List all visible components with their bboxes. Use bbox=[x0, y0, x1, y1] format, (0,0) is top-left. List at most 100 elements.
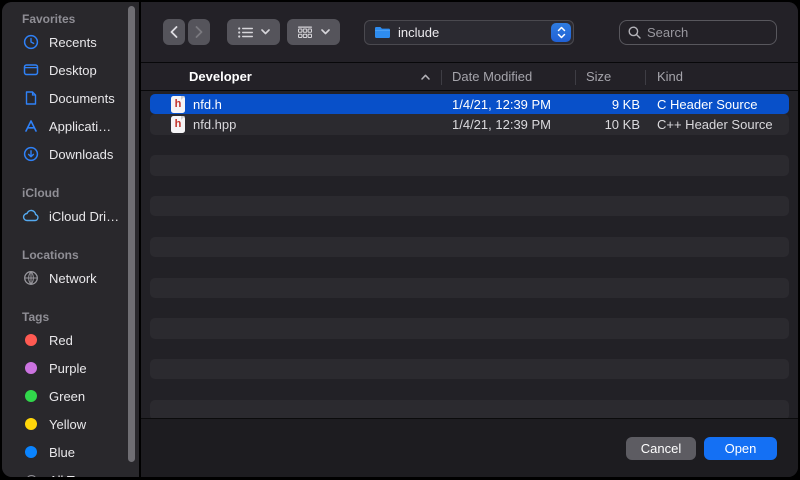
sidebar-item-icloud-drive[interactable]: iCloud Dri… bbox=[2, 202, 139, 230]
table-row-nfd-hpp[interactable]: h nfd.hpp 1/4/21, 12:39 PM 10 KB C++ Hea… bbox=[150, 114, 789, 134]
sidebar-section-icloud: iCloud iCloud Dri… bbox=[2, 184, 139, 230]
empty-row bbox=[150, 400, 789, 418]
sidebar-item-label: Purple bbox=[49, 361, 87, 376]
folder-icon bbox=[374, 26, 391, 39]
sidebar-item-documents[interactable]: Documents bbox=[2, 84, 139, 112]
empty-row bbox=[150, 155, 789, 175]
sidebar-item-label: Applicati… bbox=[49, 119, 111, 134]
column-label: Kind bbox=[657, 69, 683, 84]
sidebar-item-label: Blue bbox=[49, 445, 75, 460]
folder-popup-value: include bbox=[398, 25, 551, 40]
file-date-cell: 1/4/21, 12:39 PM bbox=[442, 97, 576, 112]
globe-icon bbox=[22, 269, 40, 287]
column-header-date-modified[interactable]: Date Modified bbox=[442, 63, 576, 90]
sidebar-item-label: iCloud Dri… bbox=[49, 209, 119, 224]
header-file-icon: h bbox=[171, 96, 185, 113]
sidebar-item-tag-red[interactable]: Red bbox=[2, 326, 139, 354]
blue-tag-icon bbox=[22, 443, 40, 461]
table-row-nfd-h[interactable]: h nfd.h 1/4/21, 12:39 PM 9 KB C Header S… bbox=[150, 94, 789, 114]
download-icon bbox=[22, 145, 40, 163]
sidebar-item-downloads[interactable]: Downloads bbox=[2, 140, 139, 168]
open-button[interactable]: Open bbox=[704, 437, 777, 460]
file-name-cell: h nfd.hpp bbox=[150, 116, 442, 133]
cancel-button[interactable]: Cancel bbox=[626, 437, 696, 460]
section-label-favorites: Favorites bbox=[2, 10, 139, 28]
folder-popup-button[interactable]: include bbox=[364, 20, 574, 45]
section-label-locations: Locations bbox=[2, 246, 139, 264]
chevron-down-icon bbox=[261, 29, 270, 35]
sidebar-item-tag-purple[interactable]: Purple bbox=[2, 354, 139, 382]
sidebar-item-label: Downloads bbox=[49, 147, 113, 162]
empty-row bbox=[150, 298, 789, 318]
back-button[interactable] bbox=[163, 19, 185, 45]
yellow-tag-icon bbox=[22, 415, 40, 433]
file-date-cell: 1/4/21, 12:39 PM bbox=[442, 117, 576, 132]
file-size-cell: 10 KB bbox=[576, 117, 646, 132]
empty-row bbox=[150, 216, 789, 236]
document-icon bbox=[22, 89, 40, 107]
empty-row bbox=[150, 339, 789, 359]
header-file-icon: h bbox=[171, 116, 185, 133]
sidebar-item-label: Network bbox=[49, 271, 97, 286]
desktop-icon bbox=[22, 61, 40, 79]
file-name: nfd.hpp bbox=[193, 117, 236, 132]
list-view-button[interactable] bbox=[227, 19, 280, 45]
column-label: Date Modified bbox=[452, 69, 532, 84]
table-header: Developer Date Modified Size Kind bbox=[141, 62, 798, 91]
popup-stepper-icon bbox=[551, 23, 571, 42]
chevron-left-icon bbox=[170, 26, 178, 38]
empty-row bbox=[150, 278, 789, 298]
empty-row bbox=[150, 176, 789, 196]
sidebar-item-tag-yellow[interactable]: Yellow bbox=[2, 410, 139, 438]
sidebar-item-label: All Tags bbox=[49, 473, 94, 478]
file-name: nfd.h bbox=[193, 97, 222, 112]
empty-row bbox=[150, 318, 789, 338]
section-label-icloud: iCloud bbox=[2, 184, 139, 202]
sidebar-item-label: Green bbox=[49, 389, 85, 404]
sidebar-section-tags: Tags Red Purple Green Yellow Blue bbox=[2, 308, 139, 477]
empty-row bbox=[150, 359, 789, 379]
forward-button[interactable] bbox=[188, 19, 210, 45]
sidebar-section-favorites: Favorites Recents Desktop Documents bbox=[2, 10, 139, 168]
sidebar-item-network[interactable]: Network bbox=[2, 264, 139, 292]
sidebar-item-tag-blue[interactable]: Blue bbox=[2, 438, 139, 466]
sidebar-item-applications[interactable]: Applicati… bbox=[2, 112, 139, 140]
sidebar-item-tag-green[interactable]: Green bbox=[2, 382, 139, 410]
sidebar-item-desktop[interactable]: Desktop bbox=[2, 56, 139, 84]
open-file-dialog: Favorites Recents Desktop Documents bbox=[2, 2, 798, 477]
sort-ascending-icon bbox=[421, 74, 430, 80]
cloud-icon bbox=[22, 207, 40, 225]
red-tag-icon bbox=[22, 331, 40, 349]
sidebar-scrollbar[interactable] bbox=[128, 6, 135, 462]
appstore-icon bbox=[22, 117, 40, 135]
sidebar-item-label: Recents bbox=[49, 35, 97, 50]
green-tag-icon bbox=[22, 387, 40, 405]
sidebar-item-recents[interactable]: Recents bbox=[2, 28, 139, 56]
group-view-button[interactable] bbox=[287, 19, 340, 45]
file-kind-cell: C Header Source bbox=[646, 97, 789, 112]
section-label-tags: Tags bbox=[2, 308, 139, 326]
all-tags-icon bbox=[22, 471, 40, 477]
sidebar-item-label: Desktop bbox=[49, 63, 97, 78]
chevron-right-icon bbox=[195, 26, 203, 38]
sidebar: Favorites Recents Desktop Documents bbox=[2, 2, 141, 477]
chevron-down-icon bbox=[321, 29, 330, 35]
main-panel: include Developer Date Modifi bbox=[141, 2, 798, 477]
empty-row bbox=[150, 257, 789, 277]
sidebar-item-label: Yellow bbox=[49, 417, 86, 432]
empty-row bbox=[150, 379, 789, 399]
toolbar: include bbox=[141, 2, 798, 62]
column-header-developer[interactable]: Developer bbox=[141, 63, 442, 90]
column-header-kind[interactable]: Kind bbox=[646, 63, 798, 90]
empty-row bbox=[150, 196, 789, 216]
empty-row bbox=[150, 237, 789, 257]
purple-tag-icon bbox=[22, 359, 40, 377]
column-label: Developer bbox=[189, 69, 252, 84]
empty-row bbox=[150, 135, 789, 155]
search-input[interactable] bbox=[647, 25, 768, 40]
file-kind-cell: C++ Header Source bbox=[646, 117, 789, 132]
file-name-cell: h nfd.h bbox=[150, 96, 442, 113]
sidebar-item-all-tags[interactable]: All Tags bbox=[2, 466, 139, 477]
column-header-size[interactable]: Size bbox=[576, 63, 646, 90]
search-field[interactable] bbox=[619, 20, 777, 45]
